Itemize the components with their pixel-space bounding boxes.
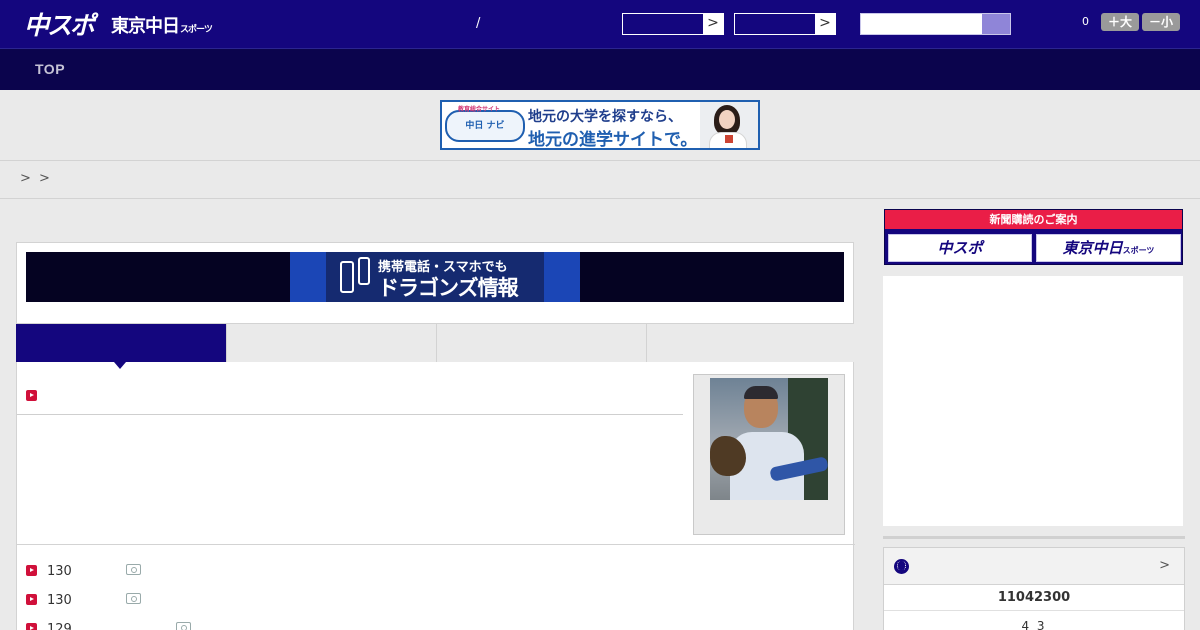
score-panel-header[interactable]: > — [884, 548, 1184, 585]
chevron-right-icon[interactable]: > — [1159, 558, 1170, 573]
play-marker-icon — [26, 594, 37, 605]
subscribe-tokyo-chunichi-label: 東京中日 — [1062, 239, 1123, 257]
header-counter: 0 — [1082, 15, 1089, 28]
baseball-glove — [710, 436, 746, 476]
camera-icon — [126, 564, 141, 575]
list-item[interactable]: 129 — [26, 619, 226, 630]
score-panel-number: 11042300 — [997, 590, 1071, 605]
header-select-1[interactable]: > — [622, 13, 724, 35]
tokyo-chunichi-logo-text: 東京中日 — [111, 16, 180, 37]
font-larger-button[interactable]: ＋大 — [1101, 13, 1139, 31]
search-button[interactable] — [982, 14, 1010, 34]
divider — [884, 610, 1184, 611]
main-content: 携帯電話・スマホでも ドラゴンズ情報 130 130 129 — [16, 242, 855, 630]
list-item-count: 129 — [47, 622, 72, 630]
subscribe-tokyo-chunichi-button[interactable]: 東京中日スポーツ — [1036, 234, 1181, 262]
sidebar-ad-slot[interactable] — [883, 276, 1183, 526]
subscribe-chuspo-button[interactable]: 中スポ — [888, 234, 1032, 262]
search-input[interactable] — [860, 13, 1011, 35]
chevron-right-icon: > — [703, 14, 723, 34]
list-item[interactable]: 130 — [26, 590, 226, 610]
tab-1[interactable] — [16, 324, 226, 369]
camera-icon — [126, 593, 141, 604]
play-marker-icon — [26, 390, 37, 401]
top-story-photo[interactable] — [693, 374, 845, 535]
list-item-count: 130 — [47, 593, 72, 608]
dragons-mobile-banner[interactable]: 携帯電話・スマホでも ドラゴンズ情報 — [26, 252, 844, 302]
score-panel-value: 4 3 — [1021, 619, 1047, 630]
baseball-icon — [894, 559, 909, 574]
news-tabs — [16, 323, 854, 369]
divider — [0, 160, 1200, 161]
flip-phone-icon — [358, 257, 370, 285]
tab-4[interactable] — [646, 324, 854, 362]
dragons-banner-line2: ドラゴンズ情報 — [378, 276, 519, 300]
divider — [883, 536, 1185, 539]
tokyo-chunichi-logo[interactable]: 東京中日スポーツ — [111, 12, 213, 38]
camera-icon — [176, 622, 191, 630]
divider — [17, 414, 683, 415]
banner-ad-badge-small: 教育総合サイト — [458, 106, 501, 113]
global-nav: TOP — [0, 48, 1200, 90]
breadcrumb: > > — [20, 171, 52, 186]
subscription-heading: 新聞購読のご案内 — [885, 210, 1182, 229]
chevron-right-icon: > — [815, 14, 835, 34]
divider — [17, 544, 855, 545]
font-smaller-button[interactable]: －小 — [1142, 13, 1180, 31]
header-select-2[interactable]: > — [734, 13, 836, 35]
chuspo-logo[interactable]: 中スポ — [24, 6, 95, 42]
subscription-box: 新聞購読のご案内 中スポ 東京中日スポーツ — [884, 209, 1183, 265]
tokyo-chunichi-logo-small: スポーツ — [180, 25, 213, 35]
subscribe-tokyo-chunichi-small: スポーツ — [1122, 246, 1155, 255]
banner-ad-line2: 地元の進学サイトで。 — [528, 130, 698, 150]
nav-item-top[interactable]: TOP — [35, 61, 65, 77]
site-header: 中スポ 東京中日スポーツ / > > 0 ＋大 －小 — [0, 0, 1200, 48]
list-item-count: 130 — [47, 564, 72, 579]
header-separator: / — [476, 16, 481, 31]
banner-ad-model-image — [700, 102, 758, 148]
banner-ad[interactable]: 中日 ナビ 教育総合サイト 地元の大学を探すなら、 地元の進学サイトで。 — [440, 100, 760, 150]
play-marker-icon — [26, 623, 37, 630]
mobile-phone-icon — [340, 261, 354, 293]
list-item[interactable]: 130 — [26, 561, 226, 581]
player-photo — [710, 378, 828, 500]
score-panel: > 11042300 4 3 — [883, 547, 1185, 630]
play-marker-icon — [26, 565, 37, 576]
banner-ad-line1: 地元の大学を探すなら、 — [528, 109, 682, 125]
divider — [0, 198, 1200, 199]
tab-2[interactable] — [226, 324, 436, 362]
tab-3[interactable] — [436, 324, 646, 362]
banner-ad-badge: 中日 ナビ — [445, 110, 525, 142]
